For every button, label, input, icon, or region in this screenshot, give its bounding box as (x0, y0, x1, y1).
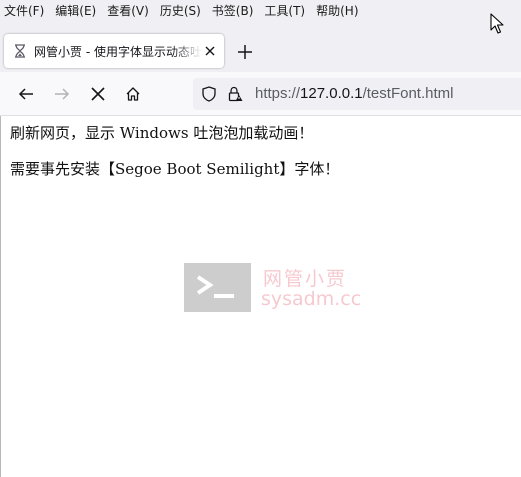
menu-view[interactable]: 查看(V) (107, 2, 149, 19)
watermark-domain: sysadm.cc (261, 288, 362, 310)
url-path: /testFont.html (362, 85, 454, 102)
content-line-2: 需要事先安装【Segoe Boot Semilight】字体！ (10, 160, 340, 178)
menu-edit[interactable]: 编辑(E) (55, 2, 96, 19)
menu-bookmarks[interactable]: 书签(B) (212, 2, 254, 19)
mouse-cursor-icon (490, 13, 504, 35)
hourglass-icon (12, 43, 28, 59)
menu-tools[interactable]: 工具(T) (264, 2, 305, 19)
page-content: 刷新网页，显示 Windows 吐泡泡加载动画！ 需要事先安装【Segoe Bo… (0, 116, 521, 477)
menu-bar: 文件(F) 编辑(E) 查看(V) 历史(S) 书签(B) 工具(T) 帮助(H… (0, 0, 521, 20)
stop-icon[interactable] (86, 82, 110, 106)
menu-file[interactable]: 文件(F) (4, 2, 44, 19)
shield-icon[interactable] (201, 86, 217, 102)
nav-bar: https://127.0.0.1/testFont.html (0, 72, 521, 116)
menu-history[interactable]: 历史(S) (160, 2, 201, 19)
back-arrow-icon[interactable] (14, 82, 38, 106)
browser-window: 文件(F) 编辑(E) 查看(V) 历史(S) 书签(B) 工具(T) 帮助(H… (0, 0, 521, 477)
watermark: 网管小贾 sysadm.cc (184, 263, 364, 315)
home-icon[interactable] (121, 82, 145, 106)
new-tab-plus-icon[interactable] (235, 42, 255, 62)
url-host: 127.0.0.1 (300, 85, 363, 102)
menu-help[interactable]: 帮助(H) (316, 2, 358, 19)
tab-active[interactable]: 网管小贾 - 使用字体显示动态吐泡泡加载动画 (4, 34, 224, 68)
watermark-name: 网管小贾 (263, 268, 348, 290)
content-line-1: 刷新网页，显示 Windows 吐泡泡加载动画！ (10, 124, 314, 142)
terminal-logo-icon (184, 263, 251, 312)
url-prefix: https:// (255, 85, 301, 102)
forward-arrow-icon[interactable] (50, 82, 74, 106)
tab-strip: 网管小贾 - 使用字体显示动态吐泡泡加载动画 (0, 20, 521, 72)
url-text[interactable]: https://127.0.0.1/testFont.html (255, 85, 453, 102)
tab-title: 网管小贾 - 使用字体显示动态吐泡泡加载动画 (34, 44, 202, 59)
lock-warning-icon[interactable] (227, 86, 243, 102)
url-bar[interactable]: https://127.0.0.1/testFont.html (193, 78, 521, 110)
tab-close-icon[interactable] (202, 43, 218, 59)
